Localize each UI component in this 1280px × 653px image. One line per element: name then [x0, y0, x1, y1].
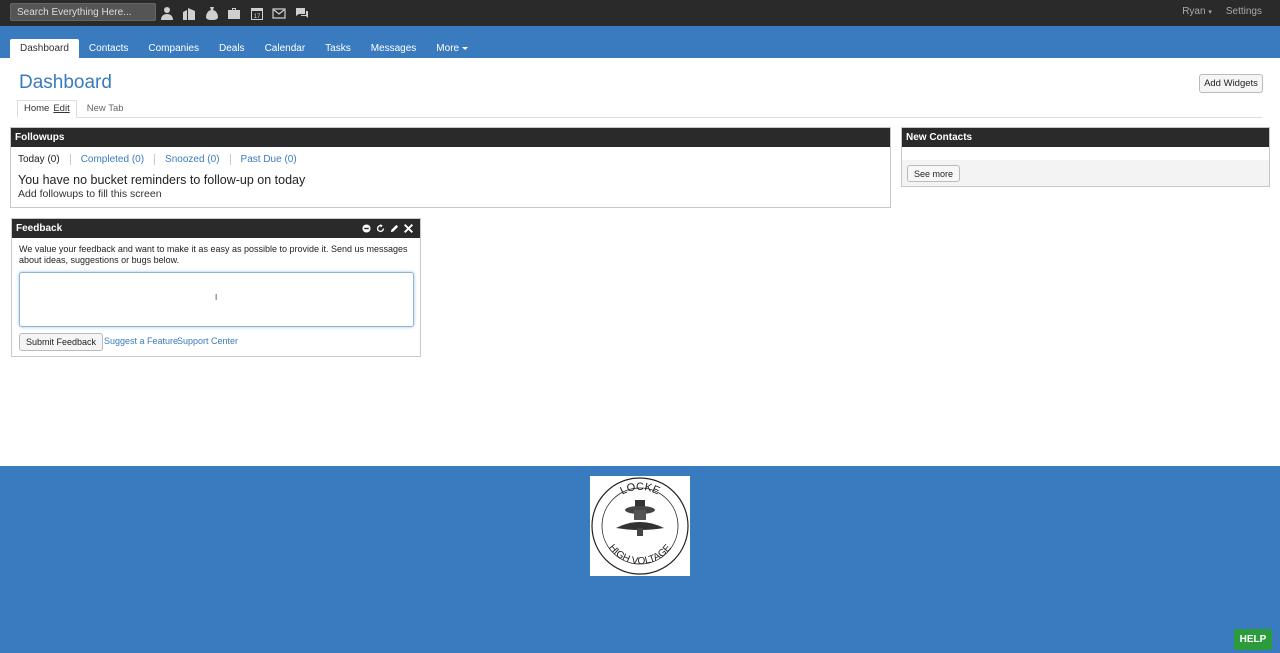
- chat-icon[interactable]: [294, 5, 309, 20]
- tab-more[interactable]: More: [426, 39, 478, 58]
- main-nav: Dashboard Contacts Companies Deals Calen…: [0, 26, 1280, 58]
- tab-companies[interactable]: Companies: [138, 39, 209, 58]
- followups-widget: Followups Today (0) Completed (0) Snooze…: [10, 127, 891, 208]
- global-search-input[interactable]: [10, 3, 156, 21]
- followups-tab-past-due[interactable]: Past Due (0): [229, 154, 307, 165]
- see-more-button[interactable]: See more: [907, 165, 961, 182]
- person-icon[interactable]: [159, 5, 174, 20]
- caret-down-icon: [462, 46, 469, 50]
- followups-tab-completed[interactable]: Completed (0): [69, 154, 154, 165]
- followups-title: Followups: [11, 128, 890, 147]
- tab-messages[interactable]: Messages: [361, 39, 427, 58]
- building-icon[interactable]: [181, 5, 196, 20]
- refresh-icon[interactable]: [376, 222, 385, 234]
- chevron-down-icon: ▾: [1208, 9, 1212, 16]
- tab-dashboard[interactable]: Dashboard: [10, 39, 79, 58]
- minimize-icon[interactable]: [362, 222, 371, 234]
- new-contacts-body: See more: [902, 160, 1269, 186]
- footer: LOCKE HIGH VOLTAGE HELP: [0, 466, 1280, 653]
- feedback-description: We value your feedback and want to make …: [19, 244, 408, 265]
- top-bar: 17 Ryan ▾ Settings: [0, 0, 1280, 26]
- top-right-menu: Ryan ▾ Settings: [1182, 6, 1262, 17]
- submit-feedback-button[interactable]: Submit Feedback: [19, 333, 104, 351]
- tab-tasks[interactable]: Tasks: [315, 39, 361, 58]
- feedback-widget: Feedback We value your feedback and want…: [11, 218, 421, 357]
- briefcase-icon[interactable]: [226, 5, 241, 20]
- tab-calendar[interactable]: Calendar: [255, 39, 316, 58]
- new-contacts-widget: New Contacts See more: [901, 127, 1270, 187]
- dashboard-subtabs: Home Edit New Tab: [17, 100, 1262, 118]
- help-button[interactable]: HELP: [1234, 629, 1272, 650]
- subtab-new-tab[interactable]: New Tab: [81, 103, 130, 117]
- subtab-home[interactable]: Home Edit: [17, 100, 77, 118]
- followups-tab-today[interactable]: Today (0): [18, 154, 70, 165]
- money-bag-icon[interactable]: [204, 5, 219, 20]
- followups-empty-hint: Add followups to fill this screen: [18, 188, 162, 200]
- user-menu[interactable]: Ryan ▾: [1182, 6, 1212, 17]
- feedback-header: Feedback: [12, 219, 420, 238]
- edit-pencil-icon[interactable]: [390, 222, 399, 234]
- followups-tab-snoozed[interactable]: Snoozed (0): [154, 154, 229, 165]
- svg-text:17: 17: [253, 14, 260, 20]
- company-logo: LOCKE HIGH VOLTAGE: [590, 476, 690, 576]
- envelope-icon[interactable]: [271, 5, 286, 20]
- tab-deals[interactable]: Deals: [209, 39, 255, 58]
- new-contacts-title: New Contacts: [902, 128, 1269, 147]
- page-title: Dashboard: [19, 72, 112, 93]
- feedback-title: Feedback: [16, 223, 63, 234]
- support-center-link[interactable]: Support Center: [177, 336, 238, 346]
- text-cursor-icon: I: [215, 293, 218, 302]
- followups-tabs: Today (0) Completed (0) Snoozed (0) Past…: [18, 154, 307, 165]
- edit-tab-link[interactable]: Edit: [53, 103, 69, 114]
- calendar-icon[interactable]: 17: [249, 5, 264, 20]
- followups-empty-message: You have no bucket reminders to follow-u…: [18, 173, 306, 187]
- suggest-feature-link[interactable]: Suggest a Feature: [104, 336, 178, 346]
- add-widgets-button[interactable]: Add Widgets: [1199, 74, 1263, 93]
- tab-contacts[interactable]: Contacts: [79, 39, 138, 58]
- settings-link[interactable]: Settings: [1226, 6, 1262, 17]
- close-icon[interactable]: [404, 222, 413, 234]
